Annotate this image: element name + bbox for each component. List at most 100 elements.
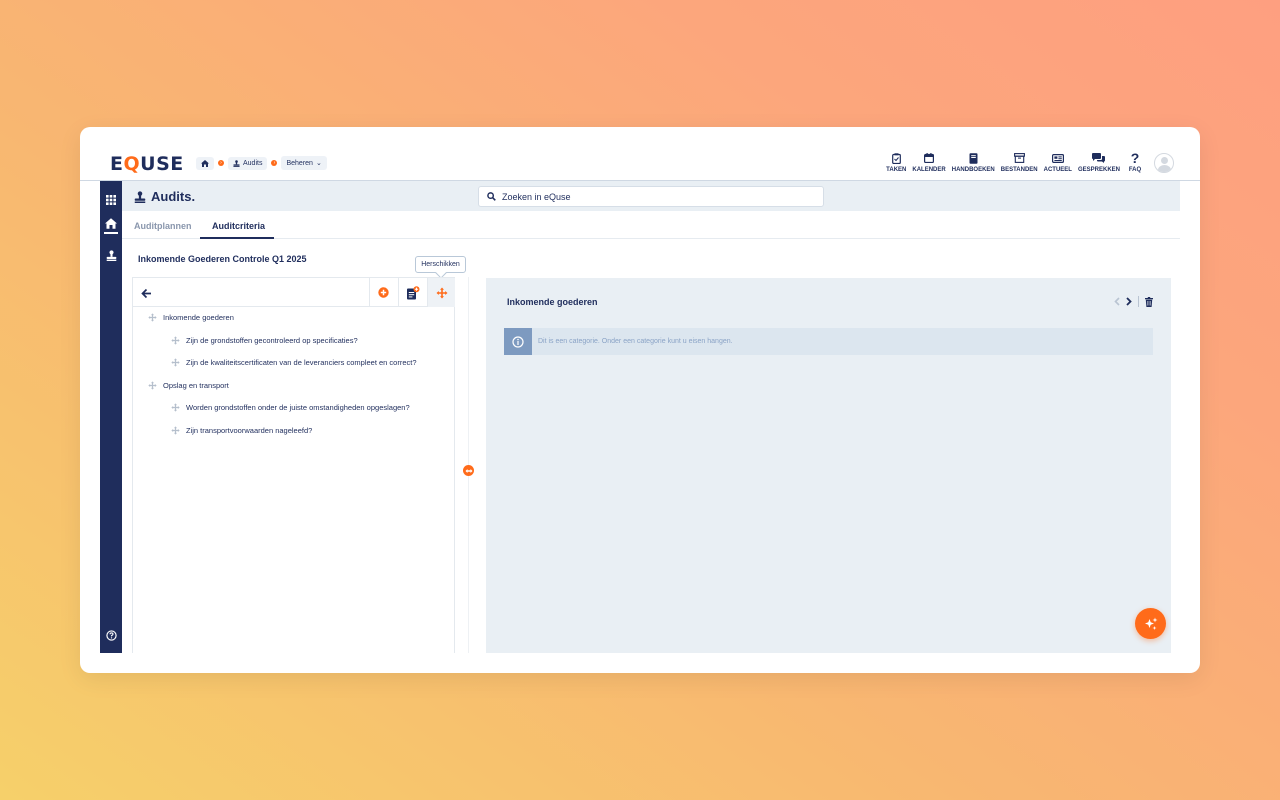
add-button[interactable]: [369, 278, 397, 307]
top-navigation: TAKEN KALENDER HANDBOEKEN BESTANDEN ACTU…: [886, 150, 1144, 173]
grid-icon: [106, 195, 116, 205]
sidebar-apps[interactable]: [100, 189, 122, 211]
add-requirement-button[interactable]: [398, 278, 426, 307]
tree-requirement[interactable]: Worden grondstoffen onder de juiste omst…: [171, 403, 410, 412]
nav-handboeken-label: HANDBOEKEN: [951, 167, 995, 173]
sidebar-audits[interactable]: [100, 244, 122, 266]
nav-kalender[interactable]: KALENDER: [912, 151, 946, 173]
archive-icon: [1013, 153, 1025, 163]
tree-requirement[interactable]: Zijn de kwaliteitscertificaten van de le…: [171, 358, 417, 367]
tab-auditplannen[interactable]: Auditplannen: [134, 221, 192, 231]
sparkles-icon: [1144, 617, 1157, 630]
nav-taken[interactable]: TAKEN: [886, 151, 906, 173]
tree-requirement[interactable]: Zijn de grondstoffen gecontroleerd op sp…: [171, 336, 358, 345]
detail-title: Inkomende goederen: [507, 297, 598, 307]
chevron-right-icon[interactable]: [1126, 297, 1132, 306]
drag-handle-icon[interactable]: [171, 358, 180, 367]
sidebar-help[interactable]: [100, 624, 122, 646]
nav-bestanden[interactable]: BESTANDEN: [1001, 151, 1038, 173]
drag-handle-icon[interactable]: [148, 313, 157, 322]
nav-actueel-label: ACTUEEL: [1043, 167, 1072, 173]
nav-actueel[interactable]: ACTUEEL: [1044, 151, 1072, 173]
nav-kalender-label: KALENDER: [912, 167, 946, 173]
reorder-button[interactable]: [427, 278, 455, 307]
book-icon: [969, 152, 978, 164]
newspaper-icon: [1051, 153, 1064, 163]
tree-node-label: Zijn de grondstoffen gecontroleerd op sp…: [186, 336, 358, 345]
nav-handboeken[interactable]: HANDBOEKEN: [952, 151, 995, 173]
info-icon: [504, 328, 532, 355]
drag-handle-icon[interactable]: [171, 403, 180, 412]
stamp-icon: [106, 249, 116, 261]
tree-node-label: Inkomende goederen: [163, 313, 234, 322]
nav-taken-label: TAKEN: [886, 167, 907, 173]
breadcrumb-audits-label: Audits: [243, 159, 263, 167]
chevron-right-icon: ›: [218, 160, 224, 166]
nav-faq[interactable]: ? FAQ: [1126, 150, 1144, 173]
tooltip-herschikken: Herschikken: [415, 256, 466, 273]
app-window: EQUSE › Audits › Beheren ⌄ TAKEN KALENDE…: [80, 127, 1200, 673]
search-placeholder: Zoeken in eQuse: [502, 191, 571, 202]
tree-category[interactable]: Inkomende goederen: [148, 313, 234, 322]
detail-panel: Inkomende goederen Dit is een categorie.…: [486, 278, 1171, 653]
home-icon: [201, 159, 209, 167]
tree-category[interactable]: Opslag en transport: [148, 381, 229, 390]
audit-title: Inkomende Goederen Controle Q1 2025: [138, 254, 307, 264]
tree-node-label: Zijn transportvoorwaarden nageleefd?: [186, 426, 313, 435]
info-text: Dit is een categorie. Onder een categori…: [538, 338, 733, 345]
search-icon: [487, 192, 496, 201]
tree-node-label: Worden grondstoffen onder de juiste omst…: [186, 403, 410, 412]
back-button[interactable]: [141, 286, 152, 304]
breadcrumb-home[interactable]: [196, 156, 214, 170]
breadcrumb-audits[interactable]: Audits: [228, 156, 268, 170]
info-alert: Dit is een categorie. Onder een categori…: [504, 328, 1153, 355]
tree-toolbar: [133, 277, 455, 307]
calendar-icon: [924, 153, 935, 163]
tab-bar: Auditplannen Auditcriteria: [122, 211, 1180, 239]
breadcrumb-dropdown[interactable]: Beheren ⌄: [281, 156, 327, 170]
nav-divider: [1138, 296, 1139, 307]
resize-handle[interactable]: [463, 465, 474, 476]
chevron-right-icon: ›: [271, 160, 278, 166]
drag-handle-icon[interactable]: [148, 381, 157, 390]
tree-node-label: Opslag en transport: [163, 381, 229, 390]
sidebar-home[interactable]: [100, 212, 122, 234]
breadcrumb-current-label: Beheren: [286, 159, 313, 167]
detail-navigation: [1114, 296, 1153, 307]
nav-faq-label: FAQ: [1128, 167, 1142, 173]
chevron-down-icon: ⌄: [315, 160, 322, 167]
active-tab-indicator: [200, 237, 274, 239]
help-circle-icon: [105, 629, 117, 641]
chevron-left-icon[interactable]: [1114, 297, 1120, 306]
user-avatar[interactable]: [1154, 153, 1174, 173]
plus-circle-icon: [378, 287, 389, 298]
nav-gesprekken[interactable]: GESPREKKEN: [1078, 151, 1120, 173]
stamp-icon: [233, 159, 240, 167]
criteria-tree-panel: Inkomende goederen Zijn de grondstoffen …: [132, 277, 455, 653]
tab-auditcriteria[interactable]: Auditcriteria: [212, 221, 265, 231]
home-icon: [105, 217, 117, 229]
nav-bestanden-label: BESTANDEN: [1000, 167, 1038, 173]
page-title-text: Audits.: [151, 189, 196, 204]
tree-requirement[interactable]: Zijn transportvoorwaarden nageleefd?: [171, 426, 312, 435]
breadcrumb: › Audits › Beheren ⌄: [196, 156, 327, 170]
tree-node-label: Zijn de kwaliteitscertificaten van de le…: [186, 358, 417, 367]
app-header: Audits. Zoeken in eQuse: [122, 181, 1180, 211]
equse-logo[interactable]: EQUSE: [110, 153, 184, 175]
clipboard-icon: [891, 152, 901, 164]
arrows-move-icon: [436, 287, 447, 298]
comments-icon: [1092, 153, 1106, 163]
page-title: Audits.: [134, 189, 195, 204]
question-icon: ?: [1130, 150, 1140, 166]
top-bar: EQUSE › Audits › Beheren ⌄ TAKEN KALENDE…: [80, 127, 1200, 181]
trash-icon[interactable]: [1145, 296, 1153, 307]
ai-assistant-button[interactable]: [1135, 608, 1166, 639]
stamp-icon: [134, 190, 146, 203]
search-input[interactable]: Zoeken in eQuse: [478, 186, 824, 207]
sidebar: [100, 181, 122, 653]
arrows-horizontal-icon: [465, 468, 472, 473]
drag-handle-icon[interactable]: [171, 426, 180, 435]
drag-handle-icon[interactable]: [171, 336, 180, 345]
document-plus-icon: [406, 285, 419, 299]
nav-gesprekken-label: GESPREKKEN: [1077, 167, 1120, 173]
